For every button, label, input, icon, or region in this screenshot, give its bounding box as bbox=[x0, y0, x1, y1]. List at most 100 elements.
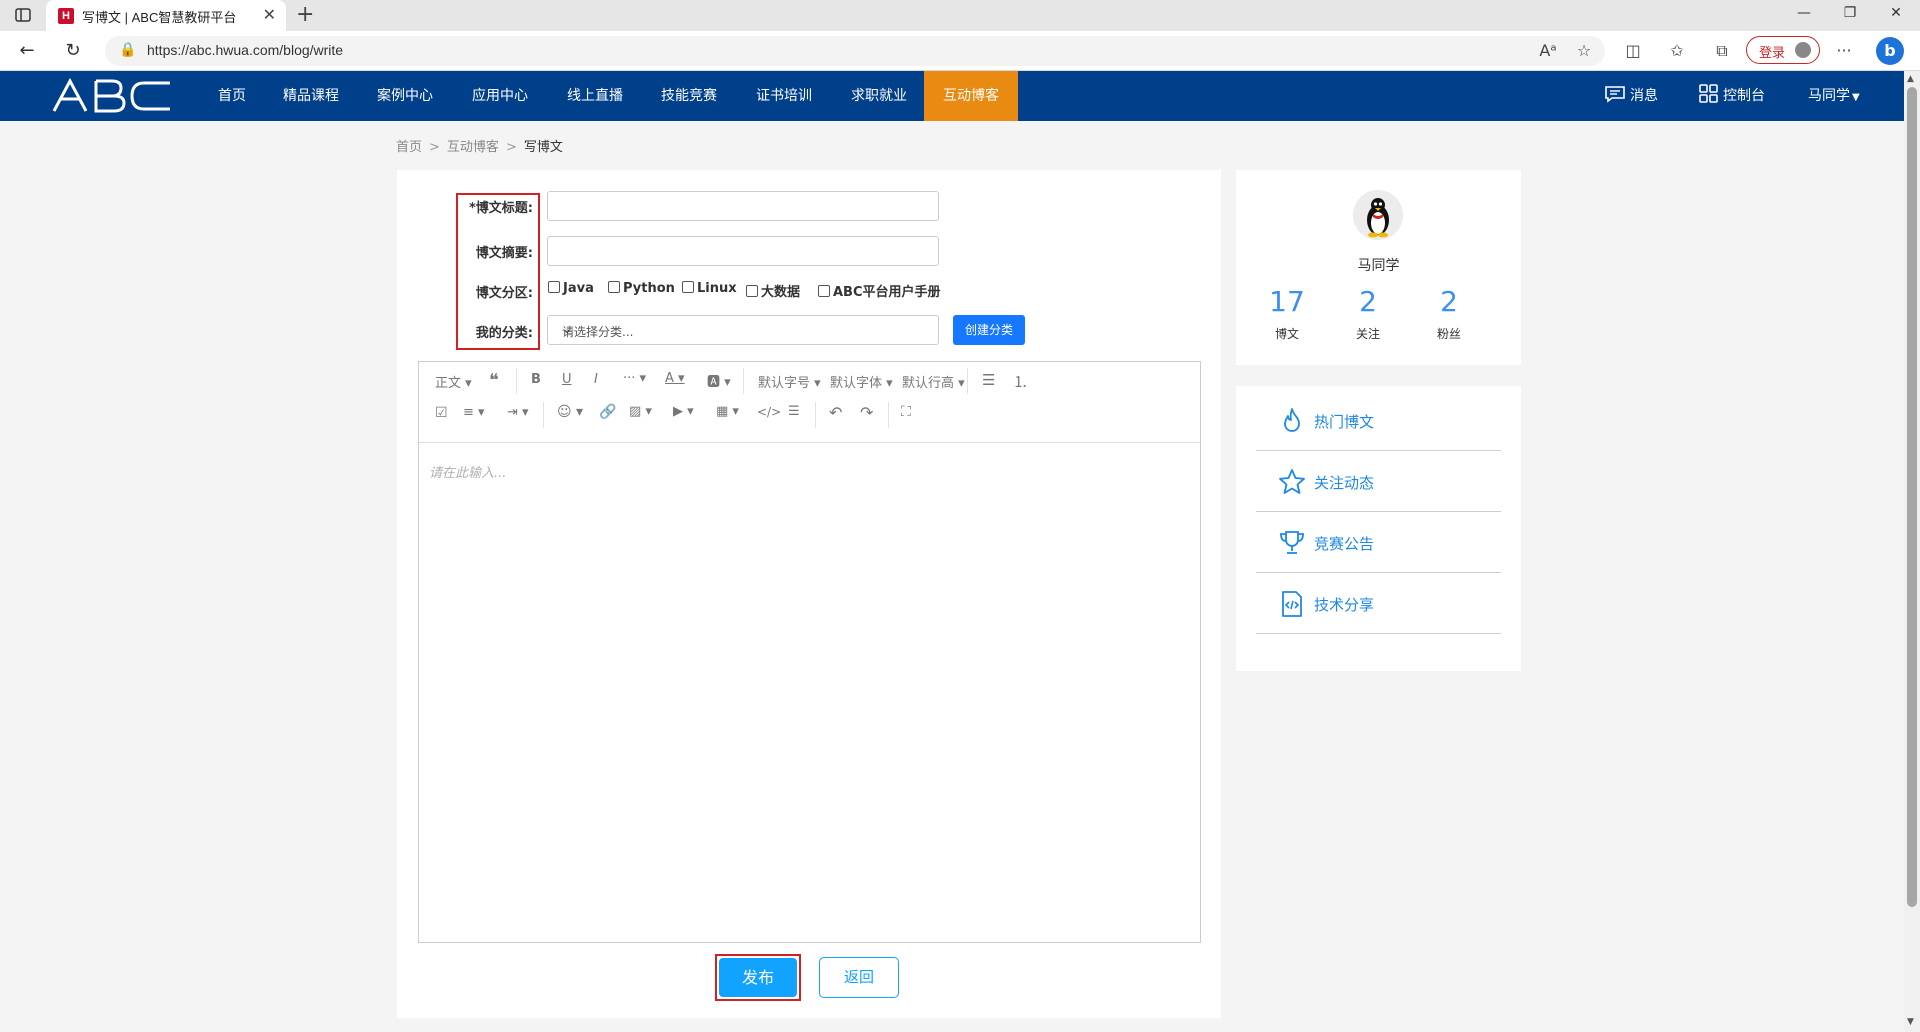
bing-icon[interactable]: b bbox=[1876, 37, 1904, 65]
undo-icon[interactable]: ↶ bbox=[829, 403, 842, 422]
create-category-button[interactable]: 创建分类 bbox=[953, 315, 1025, 345]
video-icon[interactable]: ▶ ▾ bbox=[673, 404, 694, 419]
menu-contest-notice[interactable]: 竞赛公告 bbox=[1256, 513, 1501, 573]
address-bar-row: ← ↻ 🔒 https://abc.hwua.com/blog/write Aᵃ… bbox=[0, 31, 1920, 71]
breadcrumb-section[interactable]: 互动博客 bbox=[447, 140, 499, 155]
more-icon[interactable]: ··· bbox=[1833, 41, 1855, 60]
read-aloud-icon[interactable]: Aᵃ bbox=[1537, 41, 1559, 60]
image-icon[interactable]: ▨ ▾ bbox=[629, 404, 652, 419]
indent-icon[interactable]: ⇥ ▾ bbox=[507, 405, 529, 420]
nav-certificate[interactable]: 证书培训 bbox=[738, 71, 830, 121]
code-icon[interactable]: </> bbox=[757, 405, 781, 419]
window-close-icon[interactable]: ✕ bbox=[1887, 5, 1905, 21]
category-checkbox-linux[interactable]: Linux bbox=[682, 281, 737, 296]
nav-blog[interactable]: 互动博客 bbox=[924, 71, 1018, 121]
breadcrumb-home[interactable]: 首页 bbox=[396, 140, 422, 155]
refresh-icon[interactable]: ↻ bbox=[62, 40, 84, 62]
collections-icon[interactable]: ⧉ bbox=[1711, 41, 1733, 61]
nav-courses[interactable]: 精品课程 bbox=[265, 71, 357, 121]
bold-icon[interactable]: B bbox=[531, 372, 541, 387]
nav-cases[interactable]: 案例中心 bbox=[359, 71, 451, 121]
browser-tab[interactable]: H 写博文 | ABC智慧教研平台 ✕ bbox=[46, 0, 286, 31]
url-field[interactable]: 🔒 https://abc.hwua.com/blog/write bbox=[105, 36, 1605, 66]
nav-live[interactable]: 线上直播 bbox=[549, 71, 641, 121]
paragraph-label: 正文 bbox=[435, 376, 462, 391]
category-checkbox-manual[interactable]: ABC平台用户手册 bbox=[818, 281, 941, 300]
font-size-label: 默认字号 bbox=[758, 376, 811, 391]
menu-following-feed[interactable]: 关注动态 bbox=[1256, 452, 1501, 512]
new-tab-icon[interactable]: + bbox=[296, 3, 314, 27]
messages-link[interactable]: 消息 bbox=[1604, 71, 1658, 121]
underline-icon[interactable]: U bbox=[562, 372, 572, 387]
breadcrumb: 首页 > 互动博客 > 写博文 bbox=[396, 136, 563, 155]
category-checkbox-bigdata[interactable]: 大数据 bbox=[746, 281, 800, 300]
user-menu[interactable]: 马同学 ▼ bbox=[1808, 71, 1860, 121]
nav-contest[interactable]: 技能竞赛 bbox=[643, 71, 735, 121]
quote-icon[interactable]: ❝ bbox=[489, 370, 499, 391]
font-family-dropdown[interactable]: 默认字体 ▾ bbox=[830, 372, 893, 391]
menu-hot-posts[interactable]: 热门博文 bbox=[1256, 391, 1501, 451]
emoji-icon[interactable]: ☺ ▾ bbox=[557, 404, 583, 420]
nav-home[interactable]: 首页 bbox=[200, 71, 264, 121]
category-checkbox-python[interactable]: Python bbox=[608, 281, 675, 296]
toolbar-separator bbox=[419, 442, 1200, 443]
console-link[interactable]: 控制台 bbox=[1699, 71, 1765, 121]
stat-following-label: 关注 bbox=[1355, 327, 1380, 341]
stat-posts-value[interactable]: 17 bbox=[1257, 285, 1317, 318]
divider-line-icon[interactable]: ☰ bbox=[788, 404, 800, 419]
minimize-icon[interactable]: — bbox=[1795, 5, 1813, 21]
stat-posts-label: 博文 bbox=[1274, 327, 1299, 341]
bullet-list-icon[interactable]: ☰ bbox=[982, 371, 995, 389]
stat-fans-value[interactable]: 2 bbox=[1419, 285, 1479, 318]
checkbox-label: Linux bbox=[697, 281, 737, 296]
menu-tech-share[interactable]: 技术分享 bbox=[1256, 574, 1501, 634]
page-scrollbar[interactable]: ▲ ▼ bbox=[1904, 71, 1920, 1032]
toolbar-divider bbox=[543, 402, 544, 428]
fullscreen-icon[interactable]: ⛶ bbox=[901, 404, 911, 420]
back-button[interactable]: 返回 bbox=[819, 957, 899, 998]
checkbox-icon bbox=[746, 285, 758, 297]
blog-summary-input[interactable] bbox=[547, 236, 939, 266]
paragraph-format-dropdown[interactable]: 正文 ▾ bbox=[435, 372, 472, 391]
nav-apps[interactable]: 应用中心 bbox=[454, 71, 546, 121]
tab-actions-icon[interactable] bbox=[14, 6, 32, 24]
star-icon bbox=[1279, 469, 1305, 494]
font-size-dropdown[interactable]: 默认字号 ▾ bbox=[758, 372, 821, 391]
background-color-icon[interactable]: 🅰 ▾ bbox=[707, 371, 731, 390]
add-favorite-icon[interactable]: ☆ bbox=[1573, 41, 1595, 60]
publish-button[interactable]: 发布 bbox=[719, 958, 797, 997]
category-checkbox-java[interactable]: Java bbox=[548, 281, 594, 296]
profile-icon bbox=[1795, 42, 1811, 58]
font-color-icon[interactable]: A ▾ bbox=[665, 371, 685, 386]
table-icon[interactable]: ▦ ▾ bbox=[716, 404, 739, 419]
numbered-list-icon[interactable]: ⒈ bbox=[1013, 371, 1028, 392]
redo-icon[interactable]: ↷ bbox=[860, 403, 873, 422]
back-icon[interactable]: ← bbox=[16, 40, 38, 62]
blog-title-input[interactable] bbox=[547, 191, 939, 221]
toolbar-divider bbox=[743, 368, 744, 394]
menu-label: 技术分享 bbox=[1314, 596, 1375, 614]
split-screen-icon[interactable]: ◫ bbox=[1622, 41, 1644, 60]
nav-jobs[interactable]: 求职就业 bbox=[833, 71, 925, 121]
line-height-dropdown[interactable]: 默认行高 ▾ bbox=[902, 372, 965, 391]
scroll-down-icon[interactable]: ▼ bbox=[1907, 1017, 1914, 1027]
restore-icon[interactable]: ❐ bbox=[1841, 5, 1859, 21]
browser-login-button[interactable]: 登录 bbox=[1746, 36, 1820, 64]
stat-following-value[interactable]: 2 bbox=[1338, 285, 1398, 318]
abc-logo[interactable] bbox=[52, 77, 174, 115]
user-menu-label: 马同学 bbox=[1808, 88, 1850, 104]
avatar[interactable] bbox=[1353, 190, 1403, 240]
todo-icon[interactable]: ☑ bbox=[435, 405, 448, 421]
scroll-thumb[interactable] bbox=[1907, 87, 1917, 907]
favorites-icon[interactable]: ✩ bbox=[1666, 41, 1688, 60]
align-icon[interactable]: ≡ ▾ bbox=[463, 405, 485, 420]
checkbox-label: Java bbox=[563, 281, 594, 296]
italic-icon[interactable]: I bbox=[594, 372, 598, 387]
more-styles-icon[interactable]: ··· ▾ bbox=[623, 371, 646, 386]
my-category-select[interactable]: 请选择分类... ⌄ bbox=[547, 315, 939, 345]
link-icon[interactable]: 🔗 bbox=[599, 404, 616, 420]
font-family-label: 默认字体 bbox=[830, 376, 883, 391]
tab-close-icon[interactable]: ✕ bbox=[263, 6, 276, 24]
editor-content-area[interactable]: 请在此输入... bbox=[429, 462, 506, 481]
scroll-up-icon[interactable]: ▲ bbox=[1907, 74, 1914, 84]
